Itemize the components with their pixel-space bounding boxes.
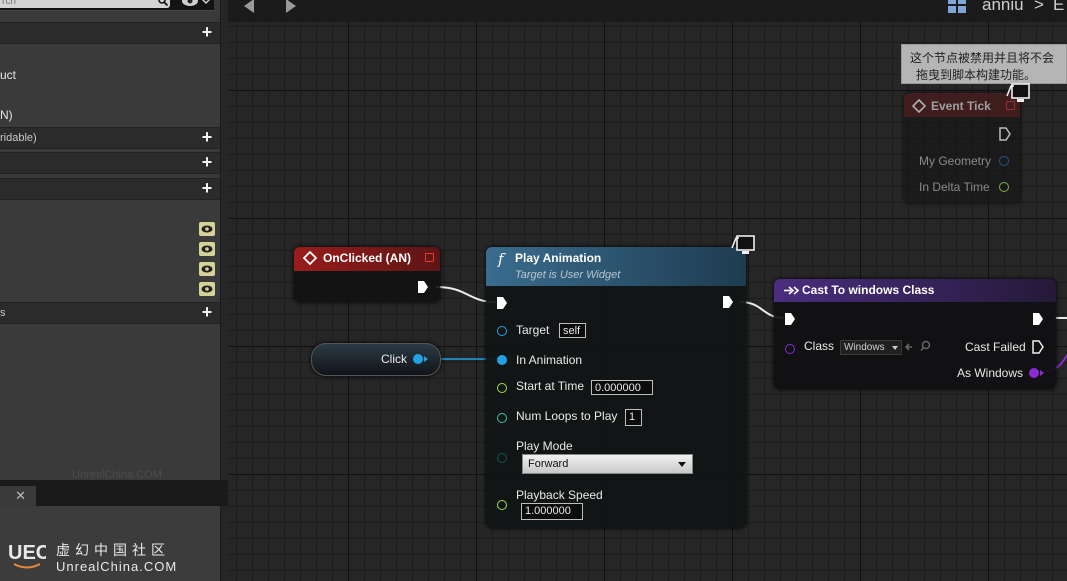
visibility-eye-icon[interactable] [199, 282, 215, 296]
list-item-struct[interactable]: uct [0, 68, 16, 82]
onclicked-node[interactable]: OnClicked (AN) [294, 247, 440, 302]
section-header-graphs[interactable]: + [0, 22, 220, 44]
event-graph-canvas[interactable]: anniu > E Event Tick My Geometry In Delt… [228, 0, 1067, 581]
pin-label-class: Class [804, 339, 835, 353]
event-diamond-icon [912, 99, 926, 113]
svg-text:UECN: UECN [8, 542, 46, 564]
num-loops-field[interactable]: 1 [625, 409, 642, 426]
click-variable-node[interactable]: Click [311, 343, 441, 376]
tooltip-line-2: 拖曳到脚本构建功能。 [916, 68, 1037, 82]
unrealchina-logo-icon: UECN [8, 542, 46, 569]
event-delegate-pin[interactable] [425, 253, 434, 262]
start-time-field[interactable]: 0.000000 [591, 380, 653, 395]
pin-label-target: Target [516, 323, 550, 337]
exec-out-pin[interactable] [1032, 312, 1044, 326]
float-pin[interactable] [497, 500, 507, 510]
cast-icon [784, 286, 799, 295]
int-pin[interactable] [497, 413, 507, 423]
section-label-dispatchers: s [0, 307, 6, 319]
class-pin[interactable] [785, 344, 795, 354]
visibility-eye-icon[interactable] [199, 262, 215, 276]
disabled-node-tooltip: 这个节点被禁用并且将不会 拖曳到脚本构建功能。 [901, 44, 1067, 84]
event-diamond-icon [303, 251, 317, 265]
exec-out-pin[interactable] [722, 295, 734, 309]
function-icon: f [498, 250, 504, 268]
exec-out-pin[interactable] [1032, 340, 1044, 354]
view-options-icon[interactable] [180, 0, 210, 9]
section-header-functions[interactable]: ridable) + [0, 127, 220, 149]
chevron-down-icon [892, 346, 898, 350]
playback-speed-field[interactable]: 1.000000 [521, 503, 583, 520]
tab-close-button[interactable]: ✕ [0, 486, 36, 506]
enum-pin[interactable] [497, 453, 507, 463]
click-variable-label: Click [381, 352, 407, 366]
pin-label-in-delta-time: In Delta Time [919, 180, 990, 194]
pin-label-as-windows: As Windows [957, 366, 1024, 380]
cast-title: Cast To windows Class [802, 283, 935, 297]
object-pin[interactable] [413, 354, 423, 364]
logo-english-text: UnrealChina.COM [56, 559, 178, 574]
object-pin-arrow [1040, 370, 1044, 376]
object-pin[interactable] [497, 326, 507, 336]
tooltip-line-1: 这个节点被禁用并且将不会 [910, 51, 1055, 65]
search-icon[interactable] [158, 0, 168, 6]
section-header-event-dispatchers[interactable]: s + [0, 302, 220, 324]
exec-out-pin[interactable] [417, 280, 429, 294]
play-animation-node[interactable]: f Play Animation Target is User Widget T… [486, 247, 746, 528]
class-dropdown[interactable]: Windows [840, 340, 902, 355]
add-macro-button[interactable]: + [200, 153, 214, 171]
exec-out-pin[interactable] [999, 127, 1011, 141]
float-pin[interactable] [497, 383, 507, 393]
play-animation-subtitle: Target is User Widget [515, 269, 621, 281]
search-input[interactable] [0, 0, 170, 8]
play-mode-dropdown[interactable]: Forward [522, 454, 693, 474]
exec-in-pin[interactable] [784, 312, 796, 326]
add-function-button[interactable]: + [200, 128, 214, 146]
object-pin[interactable] [1029, 368, 1039, 378]
browse-asset-icon[interactable] [920, 340, 932, 352]
visibility-eye-icon[interactable] [199, 242, 215, 256]
visibility-eye-icon[interactable] [199, 222, 215, 236]
clock-icon [731, 235, 755, 254]
event-tick-node[interactable]: Event Tick My Geometry In Delta Time [904, 93, 1020, 203]
object-pin[interactable] [497, 355, 507, 365]
add-dispatcher-button[interactable]: + [200, 303, 214, 321]
section-label-overridable: ridable) [0, 132, 37, 144]
float-pin[interactable] [999, 182, 1009, 192]
class-dropdown-value: Windows [844, 342, 885, 353]
chevron-down-icon [678, 462, 686, 467]
section-header-variables[interactable]: + [0, 178, 220, 200]
logo-chinese-text: 虚幻中国社区 [56, 542, 170, 558]
use-selected-asset-icon[interactable] [905, 342, 919, 352]
search-bar [0, 0, 214, 11]
cast-to-windows-node[interactable]: Cast To windows Class Class Cast Failed … [774, 279, 1056, 389]
struct-pin[interactable] [999, 156, 1009, 166]
clock-icon [1006, 83, 1030, 102]
target-value-field[interactable]: self [559, 323, 586, 338]
pin-label-num-loops: Num Loops to Play [516, 409, 618, 423]
list-item-anniu[interactable]: N) [0, 108, 13, 122]
pin-label-playback-speed: Playback Speed [516, 488, 603, 502]
onclicked-title: OnClicked (AN) [323, 251, 412, 265]
add-variable-button[interactable]: + [200, 179, 214, 197]
pin-label-my-geometry: My Geometry [919, 154, 992, 168]
exec-in-pin[interactable] [496, 296, 508, 310]
pin-label-play-mode: Play Mode [516, 439, 573, 453]
play-animation-title: Play Animation [515, 251, 602, 265]
play-mode-value: Forward [528, 458, 569, 470]
pin-label-cast-failed: Cast Failed [965, 340, 1026, 354]
pin-label-in-animation: In Animation [516, 353, 583, 367]
object-pin-arrow [424, 356, 428, 362]
section-header-macros[interactable]: + [0, 152, 220, 174]
add-graph-button[interactable]: + [200, 23, 214, 41]
my-blueprint-panel: + uct N) ridable) + + + s + UnrealChina.… [0, 0, 228, 581]
event-tick-title: Event Tick [931, 99, 991, 113]
pin-label-start-at-time: Start at Time [516, 379, 585, 393]
